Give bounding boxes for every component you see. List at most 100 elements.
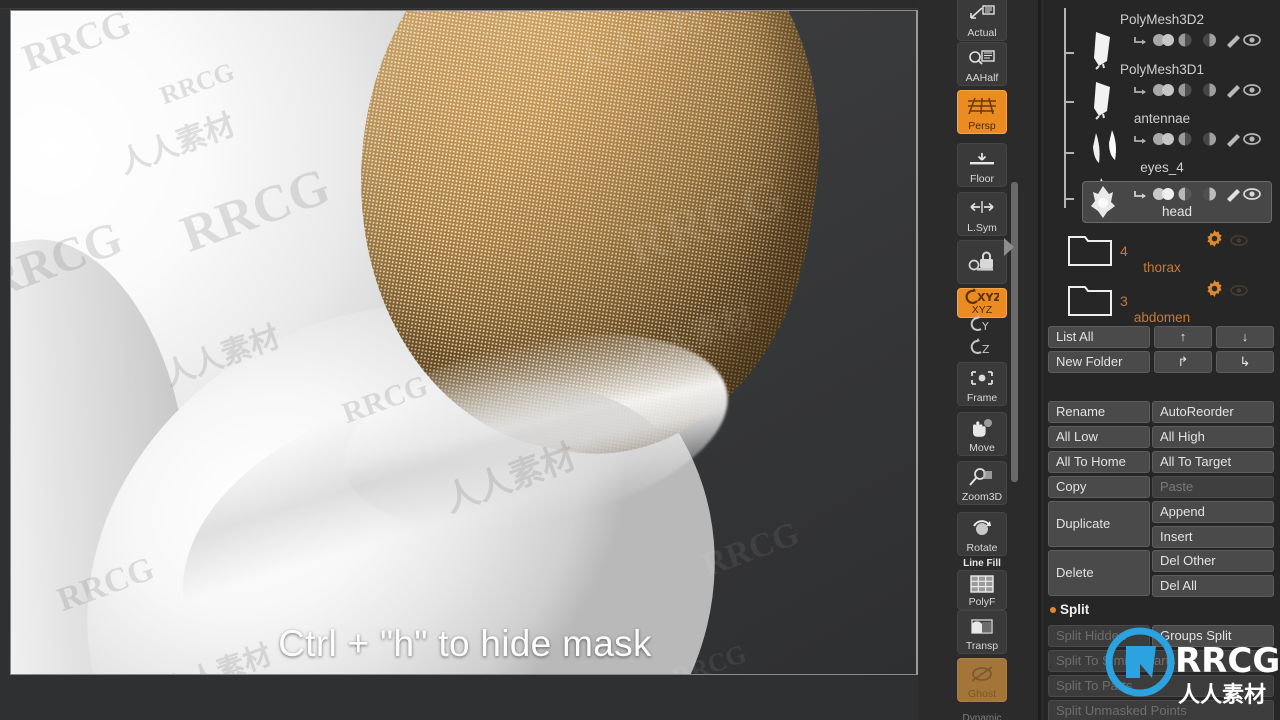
- delete-button[interactable]: Delete: [1048, 550, 1150, 596]
- tool-rotate-y-icon[interactable]: Y: [957, 312, 1007, 336]
- folder-name: thorax: [1143, 260, 1181, 275]
- tool-button-rotate[interactable]: Rotate: [957, 512, 1007, 556]
- tool-button-aahalf[interactable]: AAHalf: [957, 42, 1007, 86]
- subtool-row-icons[interactable]: [1133, 131, 1261, 147]
- split-section-header: Split: [1060, 602, 1090, 617]
- gear-icon[interactable]: [1206, 230, 1223, 247]
- move-subtool-up-button[interactable]: ↑: [1154, 326, 1212, 348]
- canvas-document[interactable]: RRCGRRCG人人素材人人素材RRCGRRCG人人素材人人素材RRCGRRCG…: [10, 10, 918, 675]
- rotate-icon: [958, 513, 1006, 543]
- transform-lock-icon: [958, 241, 1006, 282]
- actual-size-icon: [958, 0, 1006, 28]
- floor-grid-icon: [958, 144, 1006, 174]
- perspective-grid-icon: [958, 91, 1006, 121]
- tool-caption-line-fill: Line Fill: [963, 558, 1001, 569]
- insert-button[interactable]: Insert: [1152, 526, 1274, 548]
- tool-button-persp[interactable]: Persp: [957, 90, 1007, 134]
- subtool-row[interactable]: [1048, 160, 1276, 210]
- list-all-button[interactable]: List All: [1048, 326, 1150, 348]
- transparency-icon: [958, 611, 1006, 641]
- antialias-half-icon: [958, 43, 1006, 73]
- subtool-name: PolyMesh3D2: [1119, 12, 1205, 27]
- tool-button-polyf[interactable]: PolyF: [957, 570, 1007, 610]
- del-other-button[interactable]: Del Other: [1152, 550, 1274, 572]
- new-folder-button[interactable]: New Folder: [1048, 351, 1150, 373]
- split-section-dot-icon: [1050, 607, 1056, 613]
- tool-button-ghost[interactable]: Ghost: [957, 658, 1007, 702]
- canvas-top-strip: [0, 0, 918, 9]
- move-out-folder-button[interactable]: ↳: [1216, 351, 1274, 373]
- folder-subtool-count: 3: [1120, 293, 1128, 309]
- tool-button-move[interactable]: Move: [957, 412, 1007, 456]
- gear-icon[interactable]: [1206, 280, 1223, 297]
- subtool-scrollbar[interactable]: [1011, 182, 1018, 482]
- folder-row[interactable]: 4 thorax: [1048, 225, 1276, 277]
- folder-name: abdomen: [1133, 310, 1191, 325]
- tool-button-floor[interactable]: Floor: [957, 143, 1007, 187]
- all-to-home-button[interactable]: All To Home: [1048, 451, 1150, 473]
- tool-label: Frame: [966, 392, 998, 404]
- ghost-icon: [958, 659, 1006, 689]
- panel-collapse-arrow-icon[interactable]: [1004, 238, 1014, 256]
- viewport-canvas[interactable]: RRCGRRCG人人素材人人素材RRCGRRCG人人素材人人素材RRCGRRCG…: [0, 0, 918, 720]
- rrcg-watermark-logo: RRCG 人人素材: [1100, 620, 1280, 715]
- subtool-name: PolyMesh3D1: [1119, 62, 1205, 77]
- svg-text:XYZ: XYZ: [977, 291, 999, 304]
- zoom3d-icon: [958, 462, 1006, 492]
- tool-button-l.sym[interactable]: L.Sym: [957, 192, 1007, 236]
- tool-label: Dynamic: [962, 712, 1002, 720]
- tool-label: Ghost: [967, 688, 996, 700]
- move-subtool-down-button[interactable]: ↓: [1216, 326, 1274, 348]
- subtool-row-icons[interactable]: [1133, 32, 1261, 48]
- tool-button-transp[interactable]: Transp: [957, 610, 1007, 654]
- tool-dynamic-icon[interactable]: Dynamic: [957, 706, 1007, 720]
- folder-subtool-count: 4: [1120, 243, 1128, 259]
- tool-label: L.Sym: [967, 222, 997, 234]
- folder-row[interactable]: 3 abdomen: [1048, 275, 1276, 327]
- append-button[interactable]: Append: [1152, 501, 1274, 523]
- local-symmetry-icon: [958, 193, 1006, 223]
- tool-label: AAHalf: [965, 72, 999, 84]
- tool-label: Persp: [968, 120, 996, 132]
- tool-button-frame[interactable]: Frame: [957, 362, 1007, 406]
- folder-visibility-eye-icon[interactable]: [1230, 233, 1248, 251]
- subtool-row-icons[interactable]: [1133, 82, 1261, 98]
- svg-text:Z: Z: [982, 343, 990, 356]
- folder-visibility-eye-icon[interactable]: [1230, 283, 1248, 301]
- svg-text:人人素材: 人人素材: [1178, 682, 1266, 708]
- copy-button[interactable]: Copy: [1048, 476, 1150, 498]
- all-low-button[interactable]: All Low: [1048, 426, 1150, 448]
- tool-label: Actual: [967, 27, 997, 39]
- duplicate-button[interactable]: Duplicate: [1048, 501, 1150, 547]
- del-all-button[interactable]: Del All: [1152, 575, 1274, 597]
- right-icon-toolbar: Actual AAHalf Persp Floor L.Sym XYZ XYZ Y Z Frame…: [953, 0, 1011, 720]
- polyframe-icon: [958, 571, 1006, 597]
- move-hand-icon: [958, 413, 1006, 443]
- tool-label: PolyF: [968, 596, 996, 608]
- xyz-rotate-icon: XYZ: [958, 287, 1006, 305]
- subtool-name: antennae: [1133, 111, 1191, 126]
- tool-rotate-z-icon[interactable]: Z: [957, 335, 1007, 359]
- all-high-button[interactable]: All High: [1152, 426, 1274, 448]
- subtool-row[interactable]: PolyMesh3D1: [1048, 62, 1276, 120]
- svg-text:RRCG: RRCG: [1175, 641, 1280, 681]
- tool-button-zoom3d[interactable]: Zoom3D: [957, 461, 1007, 505]
- tool-label: Move: [969, 442, 995, 454]
- tool-label: Rotate: [966, 542, 998, 554]
- tool-button-transform-lock-icon[interactable]: [957, 240, 1007, 284]
- canvas-caption-text: Ctrl + "h" to hide mask: [278, 623, 652, 664]
- all-to-target-button[interactable]: All To Target: [1152, 451, 1274, 473]
- panel-divider: [1038, 0, 1041, 720]
- tool-label: Transp: [965, 640, 999, 652]
- move-into-folder-button[interactable]: ↱: [1154, 351, 1212, 373]
- tool-label: Floor: [970, 173, 994, 185]
- auto-reorder-button[interactable]: AutoReorder: [1152, 401, 1274, 423]
- rename-button[interactable]: Rename: [1048, 401, 1150, 423]
- tool-button-actual[interactable]: Actual: [957, 0, 1007, 41]
- svg-text:Y: Y: [981, 320, 989, 333]
- paste-button[interactable]: Paste: [1152, 476, 1274, 498]
- subtool-row[interactable]: PolyMesh3D2: [1048, 12, 1276, 70]
- tool-label: Zoom3D: [961, 491, 1003, 503]
- frame-icon: [958, 363, 1006, 393]
- subtool-row[interactable]: antennae: [1048, 111, 1276, 163]
